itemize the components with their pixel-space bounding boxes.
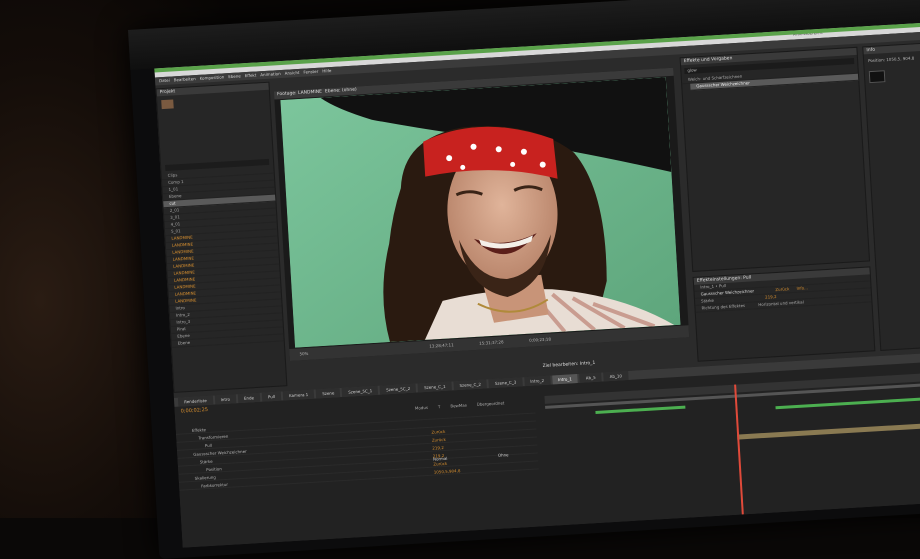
project-thumbnail bbox=[161, 99, 174, 110]
menu-window[interactable]: Fenster bbox=[303, 68, 318, 77]
timeline-tab[interactable]: Szene_5C_2 bbox=[379, 383, 417, 395]
layer-value[interactable]: 1050,5,904,8 bbox=[434, 467, 461, 476]
menu-animation[interactable]: Animation bbox=[260, 70, 281, 79]
menu-view[interactable]: Ansicht bbox=[284, 69, 300, 78]
timecode-1: 13;28;47;11 bbox=[429, 342, 454, 349]
composition-viewer: Footage: LANDMINE Ebene: (ohne) 50% 13;2… bbox=[273, 67, 690, 361]
layer-name: Effekte bbox=[191, 427, 207, 433]
col-mode: Modus bbox=[414, 404, 429, 411]
effect-reset-link[interactable]: Zurück bbox=[775, 286, 789, 292]
timeline-tab[interactable]: Kamera 1 bbox=[282, 389, 315, 401]
project-panel: Projekt Clips Comp 1 1_01 Ebene cut 2_01 3_01 4… bbox=[155, 81, 288, 393]
layer-value[interactable]: Zurück bbox=[431, 428, 445, 436]
layer-bar-tan[interactable] bbox=[737, 420, 920, 440]
current-time-indicator[interactable] bbox=[734, 384, 744, 515]
layer-name: Pull bbox=[204, 442, 213, 449]
edit-target-label: Ziel bearbeiten: Intro_1 bbox=[542, 360, 596, 369]
zoom-level[interactable]: 50% bbox=[299, 351, 308, 357]
layer-name: Position bbox=[206, 466, 222, 473]
timecode-2: 15;31;37;28 bbox=[479, 339, 504, 346]
col-parent: Übergeordnet bbox=[476, 400, 505, 407]
effects-presets-panel: Effekte und Vorgaben glow Weich- und Sch… bbox=[679, 46, 871, 272]
menu-edit[interactable]: Bearbeiten bbox=[174, 75, 196, 84]
menu-composition[interactable]: Komposition bbox=[199, 73, 225, 82]
col-t: T bbox=[437, 404, 441, 410]
effect-prop-1-value[interactable]: 219,2 bbox=[765, 294, 777, 300]
timeline-tab[interactable]: Ab_5 bbox=[579, 372, 602, 383]
timecode-3: 0;00;23;18 bbox=[528, 336, 552, 343]
project-list: Clips Comp 1 1_01 Ebene cut 2_01 3_01 4_01 5_01 L… bbox=[161, 166, 284, 348]
layer-bar-green[interactable] bbox=[595, 405, 686, 414]
timeline-tab[interactable]: Intro_1 bbox=[551, 373, 579, 385]
menu-layer[interactable]: Ebene bbox=[228, 72, 241, 81]
timeline-tab[interactable]: Szene_C_3 bbox=[488, 377, 523, 389]
timeline-tab[interactable]: Szene_C_2 bbox=[453, 379, 488, 391]
timeline-tab[interactable]: Renderliste bbox=[177, 395, 213, 407]
layer-parent-select[interactable]: Ohne bbox=[498, 452, 509, 458]
layer-value[interactable]: 219,2 bbox=[432, 444, 444, 452]
layer-name: Skalierung bbox=[194, 474, 217, 481]
timeline-timecode[interactable]: 0;00;02;25 bbox=[181, 407, 209, 415]
layer-name: Stärke bbox=[199, 458, 213, 465]
layer-mode-select[interactable]: Normal bbox=[433, 456, 448, 462]
video-frame bbox=[280, 77, 681, 348]
layer-value[interactable]: Zurück bbox=[432, 436, 446, 444]
col-trkmat: BewMas bbox=[450, 402, 467, 409]
pirate-photo bbox=[280, 77, 681, 348]
menu-help[interactable]: Hilfe bbox=[322, 67, 332, 76]
timeline-tab[interactable]: Intro bbox=[214, 394, 237, 405]
timeline-tab[interactable]: Ab_10 bbox=[603, 370, 629, 382]
info-swatch bbox=[868, 70, 886, 84]
effect-controls-panel: Effekteinstellungen: Pull Intro_1 • Pull… bbox=[692, 266, 876, 362]
effect-about-link[interactable]: Info... bbox=[796, 285, 808, 291]
effect-prop-1: Stärke bbox=[700, 297, 715, 304]
project-panel-title: Projekt bbox=[156, 82, 269, 97]
monitor: Arbeitsbereich: Datei Bearbeiten Komposi… bbox=[128, 0, 920, 559]
menu-effect[interactable]: Effekt bbox=[245, 71, 257, 80]
timeline-tab[interactable]: Ende bbox=[237, 392, 261, 404]
timeline-tab[interactable]: Szene_5C_1 bbox=[342, 385, 379, 397]
menu-file[interactable]: Datei bbox=[159, 77, 170, 86]
layer-name: Farbkorrektur bbox=[201, 481, 229, 489]
timeline-tab[interactable]: Szene_C_1 bbox=[417, 381, 452, 393]
timeline-tab[interactable]: Pull bbox=[261, 391, 282, 402]
timeline-tab[interactable]: Intro_2 bbox=[524, 375, 551, 387]
screen: Arbeitsbereich: Datei Bearbeiten Komposi… bbox=[154, 21, 920, 548]
timeline-tab[interactable]: Szene bbox=[315, 388, 341, 399]
layer-bar-green-2[interactable] bbox=[775, 394, 920, 410]
